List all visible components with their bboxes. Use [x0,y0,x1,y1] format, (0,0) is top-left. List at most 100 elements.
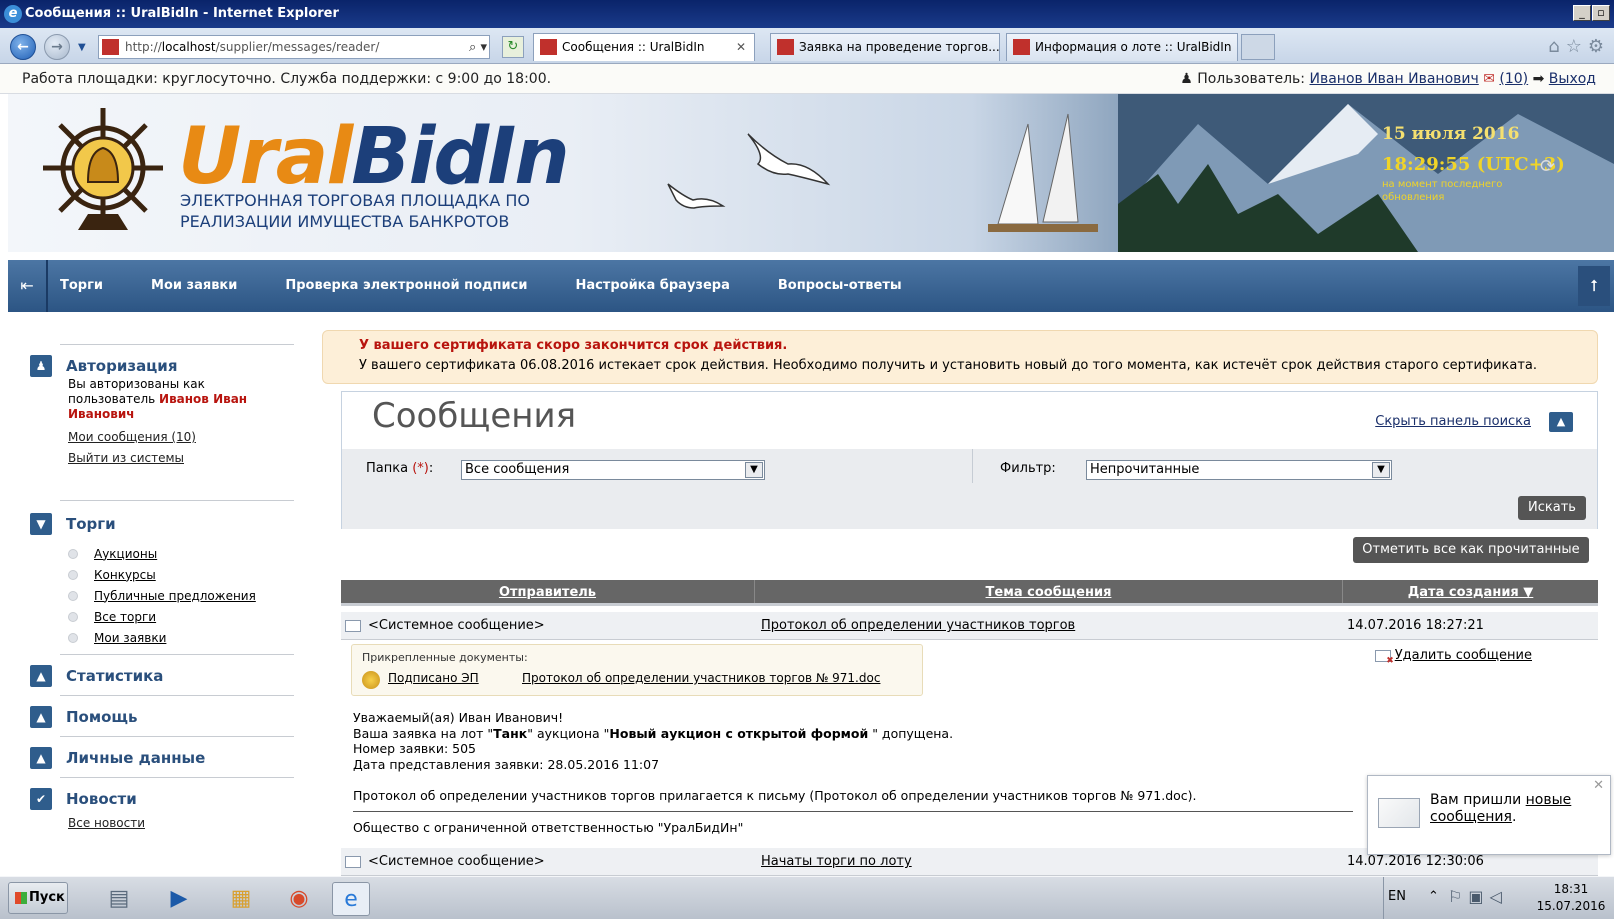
logout-link[interactable]: Выход [1549,71,1596,87]
sidebar-trades-header[interactable]: ▼ Торги [30,513,294,535]
current-date: 15 июля 2016 [1382,124,1520,144]
address-bar[interactable]: http://localhost/supplier/messages/reade… [98,35,490,59]
refresh-time-icon[interactable]: ⟳ [1540,156,1555,177]
tools-gear-icon[interactable]: ⚙ [1588,36,1610,57]
support-hours: Работа площадки: круглосуточно. Служба п… [22,71,552,87]
tab-label: Информация о лоте :: UralBidIn [1035,40,1232,54]
chrome-icon[interactable]: ◉ [280,882,318,916]
attachments-label: Прикрепленные документы: [362,651,528,664]
network-icon[interactable]: ▣ [1468,887,1489,906]
sidebar: ♟ Авторизация Вы авторизованы как пользо… [30,340,294,831]
divider [60,736,294,737]
minimize-button[interactable]: _ [1573,5,1591,21]
tab-lot-info[interactable]: Информация о лоте :: UralBidIn [1006,33,1238,61]
attachment-file-link[interactable]: Протокол об определении участников торго… [522,671,880,685]
mail-icon: ✉ [1483,71,1495,87]
home-icon[interactable]: ⌂ [1548,36,1565,57]
filter-select[interactable]: Непрочитанные ▼ [1086,460,1392,480]
logo-ural: Ural [178,112,353,202]
check-icon: ✔ [30,788,52,810]
nav-item-browser-settings[interactable]: Настройка браузера [575,260,729,312]
tab-label: Сообщения :: UralBidIn [562,40,705,54]
user-name-link[interactable]: Иванов Иван Иванович [1309,71,1478,87]
sidebar-item-all-trades[interactable]: Все торги [68,606,294,627]
sidebar-item-auctions[interactable]: Аукционы [68,543,294,564]
explorer-folder-icon[interactable]: ▦ [222,882,260,916]
chevron-up-icon: ▲ [30,706,52,728]
sidebar-item-my-applications[interactable]: Мои заявки [68,627,294,648]
all-news-link[interactable]: Все новости [68,816,294,831]
sidebar-help-header[interactable]: ▲ Помощь [30,706,294,728]
collapse-sidebar-icon[interactable]: ⇤ [8,260,48,312]
browser-toolbar: ← → ▼ http://localhost/supplier/messages… [0,28,1614,64]
logout-system-link[interactable]: Выйти из системы [68,451,294,466]
sort-date-header[interactable]: Дата создания ▼ [1343,580,1598,603]
sailboats-image [988,113,1098,232]
site-banner: UralBidIn ЭЛЕКТРОННАЯ ТОРГОВАЯ ПЛОЩАДКА … [8,94,1614,252]
browser-toolbar-icons: ⌂☆⚙ [1548,36,1610,57]
delete-message[interactable]: Удалить сообщение [1374,648,1532,666]
sort-subject-header[interactable]: Тема сообщения [755,580,1343,603]
history-dropdown-icon[interactable]: ▼ [78,42,86,53]
clock[interactable]: 18:31 15.07.2016 [1534,881,1608,915]
nav-item-faq[interactable]: Вопросы-ответы [778,260,902,312]
refresh-icon[interactable]: ↻ [502,36,524,58]
signature-seal-icon [362,671,380,689]
powershell-icon[interactable]: ▶ [160,882,198,916]
language-indicator[interactable]: EN [1388,889,1406,904]
collapse-panel-icon[interactable]: ▲ [1549,412,1573,432]
sidebar-personal-header[interactable]: ▲ Личные данные [30,747,294,769]
address-search-icon[interactable]: ⌕ ▾ [469,37,487,59]
warning-text: У вашего сертификата 06.08.2016 истекает… [359,358,1538,373]
forward-button[interactable]: → [44,34,70,60]
start-button[interactable]: Пуск [8,882,68,914]
nav-item-trades[interactable]: Торги [60,260,103,312]
back-button[interactable]: ← [10,34,36,60]
mark-all-read-button[interactable]: Отметить все как прочитанные [1353,537,1589,563]
user-panel: ♟ Пользователь: Иванов Иван Иванович ✉ (… [1180,64,1596,94]
page-title: Сообщения [372,396,577,436]
show-hidden-icons-icon[interactable]: ⌃ [1428,889,1439,904]
tab-close-icon[interactable]: ✕ [736,34,746,60]
envelope-icon [345,856,361,868]
folder-select[interactable]: Все сообщения ▼ [461,460,765,480]
sidebar-news-header[interactable]: ✔ Новости [30,788,294,810]
sidebar-personal-title: Личные данные [66,749,206,767]
signed-link[interactable]: Подписано ЭП [388,671,479,685]
address-prefix: http:// [125,40,162,54]
chevron-down-icon: ▼ [1372,462,1390,478]
sidebar-item-contests[interactable]: Конкурсы [68,564,294,585]
windows-flag-icon [15,891,27,904]
sidebar-auth-header[interactable]: ♟ Авторизация [30,355,294,377]
tab-favicon [777,39,794,55]
tab-application[interactable]: Заявка на проведение торгов... [770,33,1000,61]
close-icon[interactable]: ✕ [1593,778,1604,793]
search-button[interactable]: Искать [1518,496,1586,520]
volume-muted-icon[interactable]: ◁ [1489,887,1507,906]
favorites-star-icon[interactable]: ☆ [1566,36,1588,57]
nav-item-signature-check[interactable]: Проверка электронной подписи [285,260,527,312]
messages-count-link[interactable]: (10) [1499,71,1528,87]
site-logo-text[interactable]: UralBidIn [178,112,570,202]
delete-message-link[interactable]: Удалить сообщение [1395,648,1532,663]
server-manager-icon[interactable]: ▤ [100,882,138,916]
ship-wheel-bell-logo[interactable] [38,102,168,242]
letter-greeting: Уважаемый(ая) Иван Иванович! [353,710,564,725]
nav-item-my-applications[interactable]: Мои заявки [151,260,237,312]
restore-button[interactable]: ▫ [1592,5,1610,21]
scroll-top-icon[interactable]: ⭡ [1578,266,1610,306]
sidebar-item-public-offers[interactable]: Публичные предложения [68,585,294,606]
windows-taskbar: Пуск ▤ ▶ ▦ ◉ e EN ⌃ ⚐▣◁ 18:31 15.07.2016 [0,876,1614,919]
sidebar-stats-header[interactable]: ▲ Статистика [30,665,294,687]
row-subject-link[interactable]: Начаты торги по лоту [761,848,912,876]
sort-sender-header[interactable]: Отправитель [341,580,755,603]
sidebar-news-body: Все новости [68,816,294,831]
my-messages-link[interactable]: Мои сообщения (10) [68,430,294,445]
new-tab-button[interactable] [1241,34,1275,60]
flag-icon[interactable]: ⚐ [1448,887,1468,906]
internet-explorer-icon[interactable]: e [332,882,370,916]
window-controls: _ ▫ [1572,5,1610,21]
hide-search-panel-link[interactable]: Скрыть панель поиска [1375,414,1531,429]
tab-favicon [540,39,557,55]
tab-messages[interactable]: Сообщения :: UralBidIn ✕ [533,33,755,61]
